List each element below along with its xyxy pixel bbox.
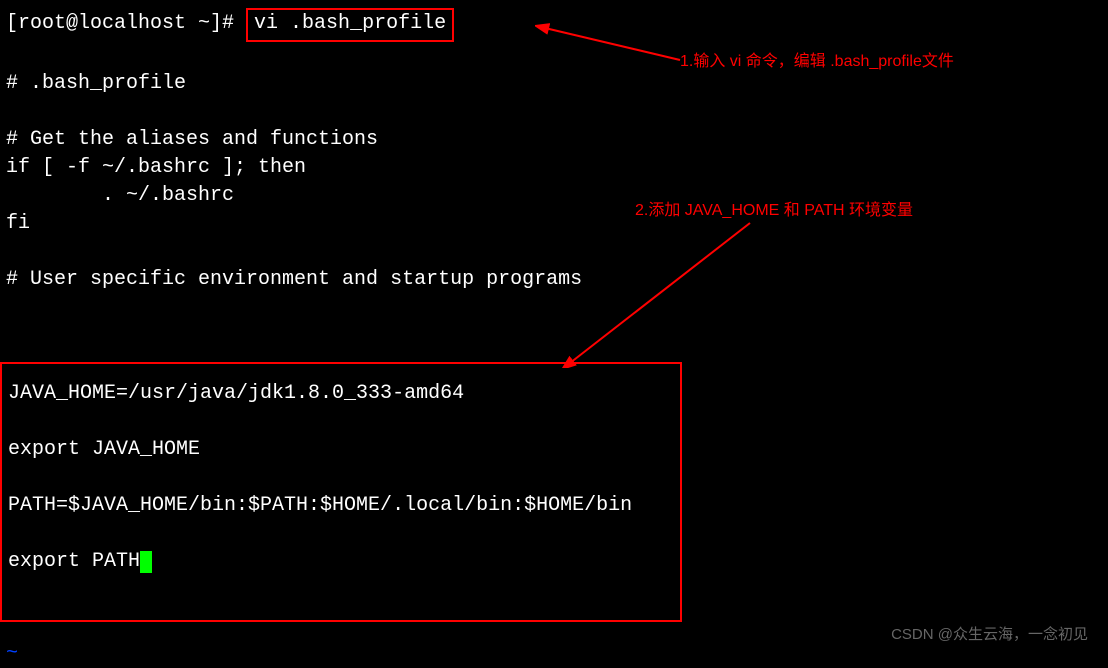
command-text: vi .bash_profile bbox=[254, 12, 446, 35]
vi-empty-line-tilde: ~ bbox=[6, 640, 18, 668]
watermark-text: CSDN @众生云海，一念初见 bbox=[891, 624, 1088, 645]
env-text: export PATH bbox=[8, 550, 140, 573]
file-line: # .bash_profile bbox=[6, 70, 1102, 98]
annotation-2: 2.添加 JAVA_HOME 和 PATH 环境变量 bbox=[635, 200, 913, 222]
file-line: # Get the aliases and functions bbox=[6, 126, 1102, 154]
env-line: export PATH bbox=[8, 548, 674, 576]
prompt-text: [root@localhost ~]# bbox=[6, 12, 246, 35]
file-line: # User specific environment and startup … bbox=[6, 266, 1102, 294]
file-line: . ~/.bashrc bbox=[6, 182, 1102, 210]
env-line: PATH=$JAVA_HOME/bin:$PATH:$HOME/.local/b… bbox=[8, 492, 674, 520]
file-line: if [ -f ~/.bashrc ]; then bbox=[6, 154, 1102, 182]
terminal-cursor bbox=[140, 551, 152, 573]
env-line: export JAVA_HOME bbox=[8, 436, 674, 464]
terminal-prompt-line: [root@localhost ~]# vi .bash_profile bbox=[6, 8, 1102, 42]
file-line: fi bbox=[6, 210, 1102, 238]
command-highlight-box: vi .bash_profile bbox=[246, 8, 454, 42]
annotation-1: 1.输入 vi 命令，编辑 .bash_profile文件 bbox=[680, 51, 954, 73]
env-line: JAVA_HOME=/usr/java/jdk1.8.0_333-amd64 bbox=[8, 380, 674, 408]
env-variables-box: JAVA_HOME=/usr/java/jdk1.8.0_333-amd64 e… bbox=[0, 362, 682, 622]
